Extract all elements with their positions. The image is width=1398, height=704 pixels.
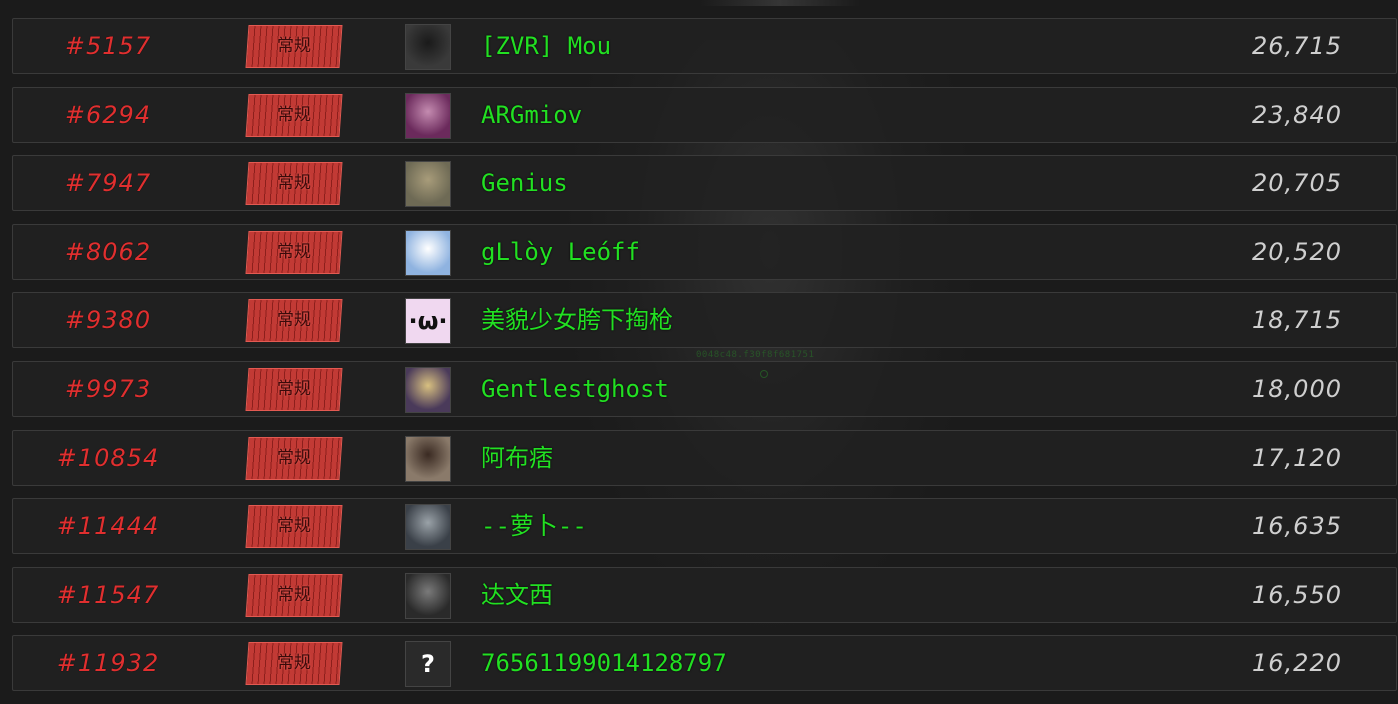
mode-badge-label: 常规: [277, 378, 311, 399]
mode-badge-label: 常规: [277, 36, 311, 56]
rank-number: #11444: [56, 512, 160, 541]
mode-badge: 常规: [245, 367, 343, 411]
mode-badge: 常规: [245, 573, 343, 617]
player-name[interactable]: ARGmiov: [481, 88, 582, 142]
rank-number: #8062: [64, 237, 152, 266]
leaderboard-row[interactable]: #10854 常规 阿布痞 17,120: [12, 429, 1397, 486]
rank-number: #5157: [64, 32, 152, 60]
mode-badge: 常规: [245, 93, 343, 137]
person-portrait-avatar[interactable]: [405, 435, 451, 482]
avatar-glyph: ?: [421, 650, 435, 679]
cute-face-avatar[interactable]: ·ω·: [405, 298, 451, 345]
player-score: 16,550: [1252, 580, 1342, 609]
player-name[interactable]: 76561199014128797: [481, 636, 727, 690]
mode-badge: 常规: [245, 162, 343, 206]
rank-number: #6294: [64, 100, 152, 129]
leaderboard-row[interactable]: #8062 常规 gLlòy Leóff 20,520: [12, 223, 1397, 280]
mode-badge: 常规: [245, 505, 343, 549]
player-name[interactable]: [ZVR] Mou: [481, 19, 611, 73]
top-edge-decoration: [700, 0, 860, 6]
mode-badge: 常规: [245, 230, 343, 274]
player-score: 26,715: [1252, 32, 1342, 60]
skull-mask-avatar[interactable]: [405, 24, 451, 70]
player-score: 17,120: [1252, 443, 1342, 472]
leaderboard-row[interactable]: #6294 常规 ARGmiov 23,840: [12, 86, 1397, 143]
mode-badge-label: 常规: [277, 653, 311, 674]
player-name[interactable]: 达文西: [481, 568, 553, 622]
player-name[interactable]: Genius: [481, 156, 568, 210]
player-score: 18,715: [1252, 306, 1342, 335]
mode-badge: 常规: [245, 299, 343, 343]
player-name[interactable]: --萝卜--: [481, 499, 587, 553]
mode-badge-label: 常规: [277, 447, 311, 468]
mode-badge: 常规: [245, 436, 343, 480]
avatar-glyph: ·ω·: [408, 307, 448, 336]
mode-badge-label: 常规: [277, 241, 311, 262]
crosshair-dot-icon: [760, 370, 768, 378]
leaderboard-row[interactable]: #9973 常规 Gentlestghost 18,000: [12, 360, 1397, 417]
leaderboard-list: #5157 常规 [ZVR] Mou 26,715 #6294 常规 ARGmi…: [12, 18, 1397, 704]
player-score: 23,840: [1252, 100, 1342, 129]
rank-number: #11547: [56, 580, 160, 609]
stream-watermark: 0048c48.f30f8f681751: [696, 350, 815, 360]
mode-badge-label: 常规: [277, 584, 311, 605]
mode-badge-label: 常规: [277, 516, 311, 537]
player-score: 20,705: [1252, 169, 1342, 198]
mode-badge-label: 常规: [277, 310, 311, 331]
player-name[interactable]: 阿布痞: [481, 431, 553, 485]
mode-badge-label: 常规: [277, 173, 311, 194]
leaderboard-row[interactable]: #7947 常规 Genius 20,705: [12, 155, 1397, 212]
rank-number: #9380: [64, 306, 152, 335]
fox-avatar[interactable]: [405, 366, 451, 413]
rank-number: #7947: [64, 169, 152, 198]
player-score: 16,635: [1252, 512, 1342, 541]
man-portrait-avatar[interactable]: [405, 572, 451, 619]
leaderboard-row[interactable]: #11444 常规 --萝卜-- 16,635: [12, 498, 1397, 555]
leaderboard-row[interactable]: #11932 常规 ? 76561199014128797 16,220: [12, 635, 1397, 692]
rank-number: #10854: [56, 443, 160, 472]
anime-character-avatar[interactable]: [405, 229, 451, 276]
leaderboard-row[interactable]: #9380 常规 ·ω· 美貌少女胯下掏枪 18,715: [12, 292, 1397, 349]
rank-number: #11932: [56, 649, 160, 678]
alien-avatar[interactable]: [405, 504, 451, 551]
player-score: 18,000: [1252, 374, 1342, 403]
anime-girl-avatar[interactable]: [405, 92, 451, 139]
leaderboard-row[interactable]: #11547 常规 达文西 16,550: [12, 566, 1397, 623]
player-score: 16,220: [1252, 649, 1342, 678]
player-name[interactable]: 美貌少女胯下掏枪: [481, 293, 673, 347]
player-name[interactable]: gLlòy Leóff: [481, 225, 640, 279]
mode-badge: 常规: [245, 25, 343, 68]
player-name[interactable]: Gentlestghost: [481, 362, 669, 416]
leaderboard-row[interactable]: #5157 常规 [ZVR] Mou 26,715: [12, 18, 1397, 74]
rank-number: #9973: [64, 374, 152, 403]
landscape-avatar[interactable]: [405, 161, 451, 208]
mode-badge-label: 常规: [277, 104, 311, 125]
player-score: 20,520: [1252, 237, 1342, 266]
unknown-question-avatar[interactable]: ?: [405, 641, 451, 688]
mode-badge: 常规: [245, 642, 343, 686]
